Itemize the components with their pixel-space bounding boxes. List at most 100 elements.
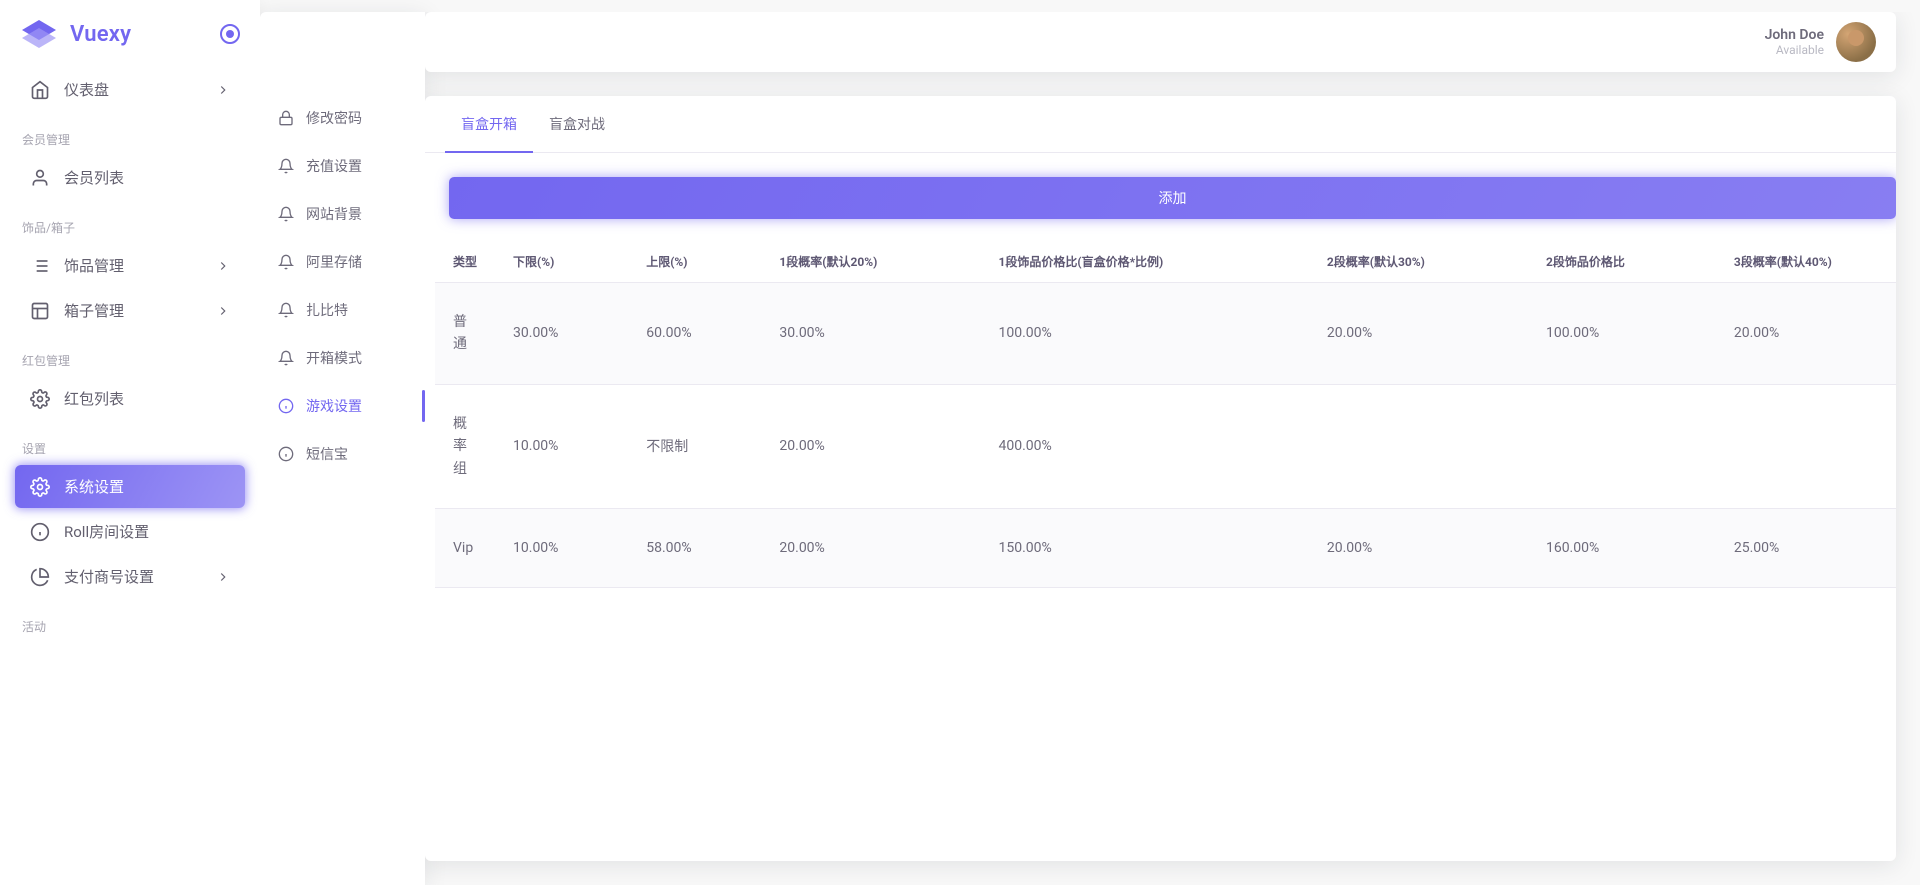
sub-label: 扎比特: [306, 300, 348, 320]
cell: 100.00%: [1528, 283, 1716, 385]
info-icon: [278, 446, 294, 462]
nav-box-manage[interactable]: 箱子管理: [15, 289, 245, 332]
cell: 20.00%: [1309, 283, 1528, 385]
sub-openbox-mode[interactable]: 开箱模式: [260, 334, 425, 382]
tab-blindbox-open[interactable]: 盲盒开箱: [445, 96, 533, 152]
sidebar-toggle-icon[interactable]: [220, 24, 240, 44]
th-type: 类型: [435, 241, 495, 283]
nav-label: 饰品管理: [64, 255, 216, 276]
cell: 20.00%: [761, 384, 980, 508]
nav-label: 箱子管理: [64, 300, 216, 321]
cell: 10.00%: [495, 508, 628, 587]
cell: 60.00%: [628, 283, 761, 385]
sub-label: 开箱模式: [306, 348, 362, 368]
brand-logo-icon: [22, 20, 56, 48]
layout-icon: [30, 301, 50, 321]
cell: [1309, 384, 1528, 508]
add-button[interactable]: 添加: [449, 177, 1896, 219]
nav-member-list[interactable]: 会员列表: [15, 156, 245, 199]
sub-label: 游戏设置: [306, 396, 362, 416]
home-icon: [30, 80, 50, 100]
info-icon: [278, 398, 294, 414]
sub-label: 网站背景: [306, 204, 362, 224]
cell: 30.00%: [761, 283, 980, 385]
sub-website-bg[interactable]: 网站背景: [260, 190, 425, 238]
nav-redpacket-list[interactable]: 红包列表: [15, 377, 245, 420]
table-row[interactable]: 普通 30.00% 60.00% 30.00% 100.00% 20.00% 1…: [435, 283, 1896, 385]
bell-icon: [278, 254, 294, 270]
nav-dashboard[interactable]: 仪表盘: [15, 68, 245, 111]
settings-sub-sidebar: 修改密码 充值设置 网站背景 阿里存储 扎比特 开箱模式: [260, 12, 425, 885]
gear-icon: [30, 389, 50, 409]
section-items: 饰品/箱子: [0, 201, 260, 244]
nav-label: 红包列表: [64, 388, 230, 409]
tabs: 盲盒开箱 盲盒对战: [425, 96, 1896, 153]
nav-item-manage[interactable]: 饰品管理: [15, 244, 245, 287]
cell: [1716, 384, 1896, 508]
sub-recharge[interactable]: 充值设置: [260, 142, 425, 190]
nav-label: 仪表盘: [64, 79, 216, 100]
th-seg1-prob: 1段概率(默认20%): [761, 241, 980, 283]
th-upper: 上限(%): [628, 241, 761, 283]
cell: 20.00%: [1716, 283, 1896, 385]
th-lower: 下限(%): [495, 241, 628, 283]
sub-change-password[interactable]: 修改密码: [260, 94, 425, 142]
user-status: Available: [1765, 43, 1824, 57]
content-card: 盲盒开箱 盲盒对战 添加 类型 下限(%) 上限(%) 1段概率(默: [425, 96, 1896, 861]
lock-icon: [278, 110, 294, 126]
gear-icon: [30, 477, 50, 497]
table-row[interactable]: 概率组 10.00% 不限制 20.00% 400.00%: [435, 384, 1896, 508]
bell-icon: [278, 158, 294, 174]
section-activity: 活动: [0, 600, 260, 643]
main-sidebar: Vuexy 仪表盘 会员管理 会员列表 饰品/箱子 饰品管理 箱子管理 红包管理: [0, 0, 260, 885]
chevron-right-icon: [216, 304, 230, 318]
user-icon: [30, 168, 50, 188]
sidebar-header: Vuexy: [0, 0, 260, 68]
th-seg3-prob: 3段概率(默认40%): [1716, 241, 1896, 283]
nav-roll-settings[interactable]: Roll房间设置: [15, 510, 245, 553]
cell: [1528, 384, 1716, 508]
nav-label: Roll房间设置: [64, 521, 230, 542]
list-icon: [30, 256, 50, 276]
table-row[interactable]: Vip 10.00% 58.00% 20.00% 150.00% 20.00% …: [435, 508, 1896, 587]
cell: 150.00%: [980, 508, 1308, 587]
sub-zabite[interactable]: 扎比特: [260, 286, 425, 334]
chevron-right-icon: [216, 83, 230, 97]
sub-ali-storage[interactable]: 阿里存储: [260, 238, 425, 286]
cell: 160.00%: [1528, 508, 1716, 587]
sub-label: 充值设置: [306, 156, 362, 176]
sub-label: 修改密码: [306, 108, 362, 128]
cell: 10.00%: [495, 384, 628, 508]
user-menu[interactable]: John Doe Available: [1765, 22, 1876, 62]
brand-text: Vuexy: [70, 22, 131, 47]
cell: 400.00%: [980, 384, 1308, 508]
bell-icon: [278, 206, 294, 222]
sub-game-settings[interactable]: 游戏设置: [260, 382, 425, 430]
chevron-right-icon: [216, 570, 230, 584]
pie-chart-icon: [30, 567, 50, 587]
th-seg1-price: 1段饰品价格比(盲盒价格*比例): [980, 241, 1308, 283]
nav-label: 会员列表: [64, 167, 230, 188]
cell: 不限制: [628, 384, 761, 508]
nav-system-settings[interactable]: 系统设置: [15, 465, 245, 508]
nav-payment-settings[interactable]: 支付商号设置: [15, 555, 245, 598]
avatar: [1836, 22, 1876, 62]
user-name: John Doe: [1765, 27, 1824, 43]
tab-blindbox-battle[interactable]: 盲盒对战: [533, 96, 621, 152]
section-settings: 设置: [0, 422, 260, 465]
cell: 30.00%: [495, 283, 628, 385]
cell: Vip: [435, 508, 495, 587]
sub-sms[interactable]: 短信宝: [260, 430, 425, 478]
cell: 20.00%: [1309, 508, 1528, 587]
cell: 普通: [435, 283, 495, 385]
section-member: 会员管理: [0, 113, 260, 156]
table-scroll[interactable]: 类型 下限(%) 上限(%) 1段概率(默认20%) 1段饰品价格比(盲盒价格*…: [425, 241, 1896, 837]
data-table: 类型 下限(%) 上限(%) 1段概率(默认20%) 1段饰品价格比(盲盒价格*…: [435, 241, 1896, 588]
nav-label: 支付商号设置: [64, 566, 216, 587]
info-icon: [30, 522, 50, 542]
chevron-right-icon: [216, 259, 230, 273]
bell-icon: [278, 350, 294, 366]
section-redpacket: 红包管理: [0, 334, 260, 377]
cell: 概率组: [435, 384, 495, 508]
brand[interactable]: Vuexy: [22, 20, 131, 48]
